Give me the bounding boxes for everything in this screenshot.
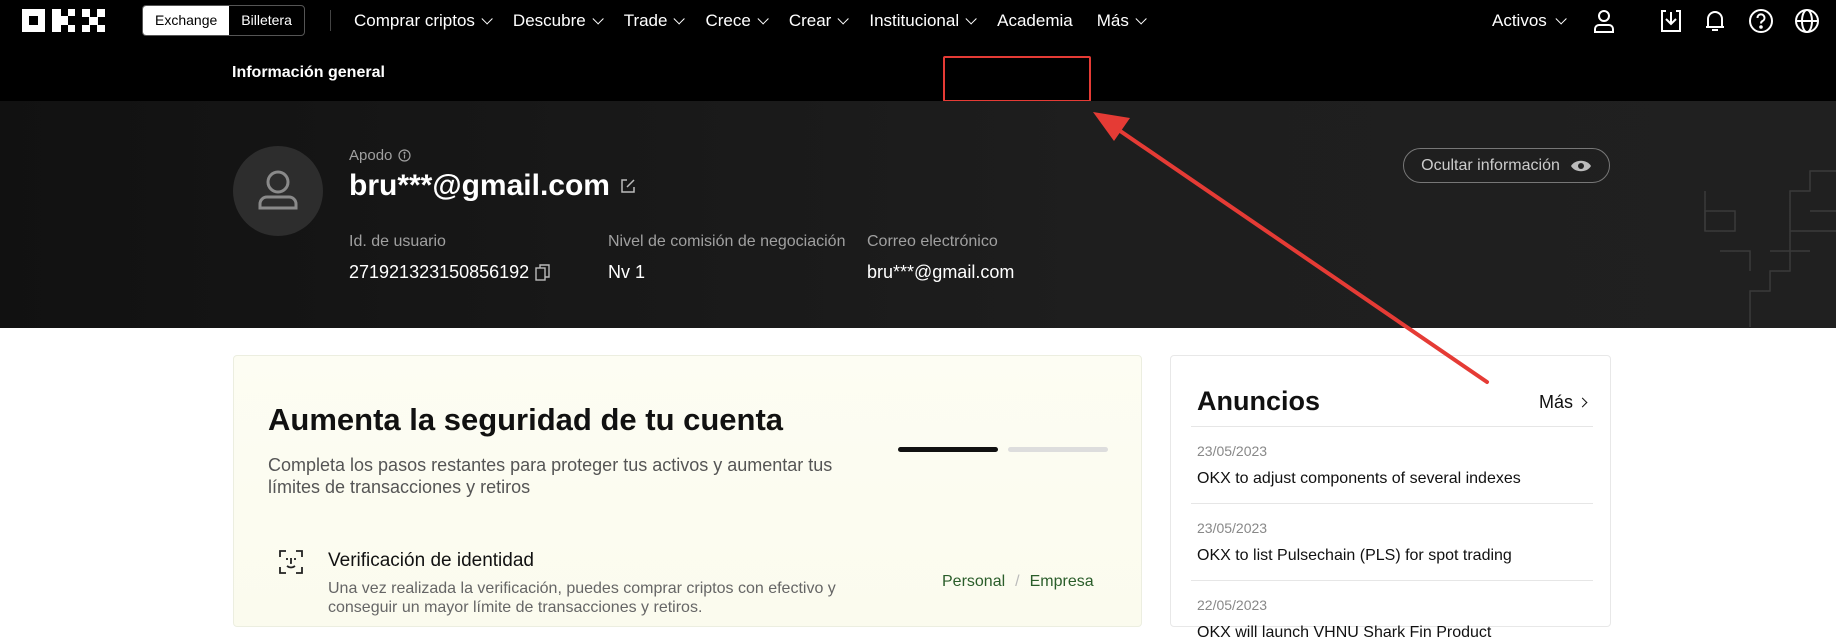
announcements-panel: Anuncios Más 23/05/2023 OKX to adjust co… xyxy=(1170,355,1611,641)
download-icon[interactable] xyxy=(1658,8,1684,34)
exchange-wallet-switch: Exchange Billetera xyxy=(142,5,305,36)
nickname-text: bru***@gmail.com xyxy=(349,169,610,202)
bell-icon[interactable] xyxy=(1702,8,1728,34)
hide-info-button[interactable]: Ocultar información xyxy=(1403,148,1610,183)
tab-informacion-general[interactable]: Información general xyxy=(232,64,385,82)
divider xyxy=(1191,426,1593,427)
menu-label: Trade xyxy=(623,10,668,30)
divider xyxy=(1191,580,1593,581)
announcement-item[interactable]: 23/05/2023 OKX to list Pulsechain (PLS) … xyxy=(1197,520,1512,565)
profile-header: Apodo bru***@gmail.com Id. de usuario 27… xyxy=(0,101,1836,328)
nickname-value: bru***@gmail.com xyxy=(349,169,636,203)
user-icon[interactable] xyxy=(1591,8,1617,34)
account-tabs: Información general Seguridad Verificaci… xyxy=(0,41,1836,101)
chevron-down-icon xyxy=(673,12,686,25)
personal-link[interactable]: Personal xyxy=(942,573,1005,591)
assets-label: Activos xyxy=(1492,10,1547,30)
copy-icon[interactable] xyxy=(535,264,550,281)
announcement-text: OKX to list Pulsechain (PLS) for spot tr… xyxy=(1197,547,1512,564)
announcement-item[interactable]: 23/05/2023 OKX to adjust components of s… xyxy=(1197,443,1521,488)
decorative-pattern xyxy=(1704,170,1836,327)
announcement-date: 22/05/2023 xyxy=(1197,597,1268,613)
link-separator: / xyxy=(1015,573,1020,590)
announcements-title: Anuncios xyxy=(1197,386,1321,416)
announcement-text: OKX to adjust components of several inde… xyxy=(1197,470,1521,487)
eye-icon xyxy=(1570,160,1591,171)
top-navigation-bar: Exchange Billetera Comprar criptos Descu… xyxy=(0,0,1836,41)
menu-descubre[interactable]: Descubre xyxy=(512,10,604,31)
tab-verificacion[interactable]: Verificación xyxy=(556,64,638,82)
api-tab-highlight-box xyxy=(943,56,1091,102)
email-value: bru***@gmail.com xyxy=(867,262,1015,282)
menu-label: Más xyxy=(1096,10,1129,30)
exchange-toggle[interactable]: Exchange xyxy=(143,6,230,35)
assets-menu[interactable]: Activos xyxy=(1492,0,1567,41)
security-card: Aumenta la seguridad de tu cuenta Comple… xyxy=(233,355,1142,627)
menu-comprar-criptos[interactable]: Comprar criptos xyxy=(354,10,493,31)
announcement-date: 23/05/2023 xyxy=(1197,520,1268,536)
menu-academia[interactable]: Academia xyxy=(997,11,1073,31)
user-avatar-icon xyxy=(258,170,298,210)
user-id-label: Id. de usuario xyxy=(349,233,446,250)
face-id-icon xyxy=(279,550,303,574)
progress-step-pending xyxy=(1008,447,1108,452)
identity-verification-title: Verificación de identidad xyxy=(328,550,534,571)
menu-label: Descubre xyxy=(512,10,586,30)
globe-icon[interactable] xyxy=(1794,8,1820,34)
menu-crece[interactable]: Crece xyxy=(705,10,769,31)
wallet-toggle[interactable]: Billetera xyxy=(229,6,304,35)
tab-autorizacion[interactable]: Autorización xyxy=(1108,64,1196,82)
identity-verification-desc: Una vez realizada la verificación, puede… xyxy=(328,580,836,616)
user-id-value: 271921323150856192 xyxy=(349,262,550,283)
chevron-down-icon xyxy=(837,12,850,25)
menu-label: Comprar criptos xyxy=(354,10,475,30)
announcement-date: 23/05/2023 xyxy=(1197,443,1268,459)
help-icon[interactable] xyxy=(1748,8,1774,34)
avatar[interactable] xyxy=(233,146,323,236)
hide-info-label: Ocultar información xyxy=(1421,156,1560,174)
fee-level-label: Nivel de comisión de negociación xyxy=(608,233,846,250)
okx-logo[interactable] xyxy=(22,9,113,32)
email-label: Correo electrónico xyxy=(867,233,998,250)
chevron-down-icon xyxy=(1135,12,1147,25)
progress-step-complete xyxy=(898,447,998,452)
tab-preferencias[interactable]: Preferencias xyxy=(689,64,779,82)
menu-trade[interactable]: Trade xyxy=(623,10,686,31)
announcements-more-link[interactable]: Más xyxy=(1539,392,1588,413)
chevron-down-icon xyxy=(757,12,769,25)
menu-crear[interactable]: Crear xyxy=(788,10,850,31)
security-card-subtitle: Completa los pasos restantes para proteg… xyxy=(268,455,833,497)
menu-institucional[interactable]: Institucional xyxy=(869,10,977,31)
divider xyxy=(330,10,331,31)
tab-subcuentas[interactable]: Subcuentas xyxy=(826,64,911,82)
edit-icon[interactable] xyxy=(620,178,636,194)
fee-level-value: Nv 1 xyxy=(608,262,646,282)
business-link[interactable]: Empresa xyxy=(1030,573,1094,591)
chevron-down-icon xyxy=(965,12,977,25)
user-id-text: 271921323150856192 xyxy=(349,262,530,282)
chevron-down-icon xyxy=(481,12,493,25)
chevron-down-icon xyxy=(592,12,604,25)
menu-label: Crear xyxy=(788,10,832,30)
more-label: Más xyxy=(1539,392,1574,412)
info-icon[interactable] xyxy=(398,149,411,162)
menu-label: Institucional xyxy=(869,10,960,30)
chevron-right-icon xyxy=(1577,397,1588,408)
menu-label: Crece xyxy=(705,10,751,30)
divider xyxy=(1191,503,1593,504)
security-card-title: Aumenta la seguridad de tu cuenta xyxy=(268,402,784,437)
nickname-label: Apodo xyxy=(349,147,411,164)
main-menu: Comprar criptos Descubre Trade Crece Cre… xyxy=(354,0,1147,41)
tab-seguridad[interactable]: Seguridad xyxy=(435,64,508,82)
nickname-label-text: Apodo xyxy=(349,147,393,164)
menu-mas[interactable]: Más xyxy=(1096,10,1147,31)
chevron-down-icon xyxy=(1555,12,1567,25)
verification-type-links: Personal / Empresa xyxy=(942,573,1094,591)
menu-label: Academia xyxy=(997,10,1073,30)
announcement-item[interactable]: 22/05/2023 OKX will launch VHNU Shark Fi… xyxy=(1197,597,1491,642)
